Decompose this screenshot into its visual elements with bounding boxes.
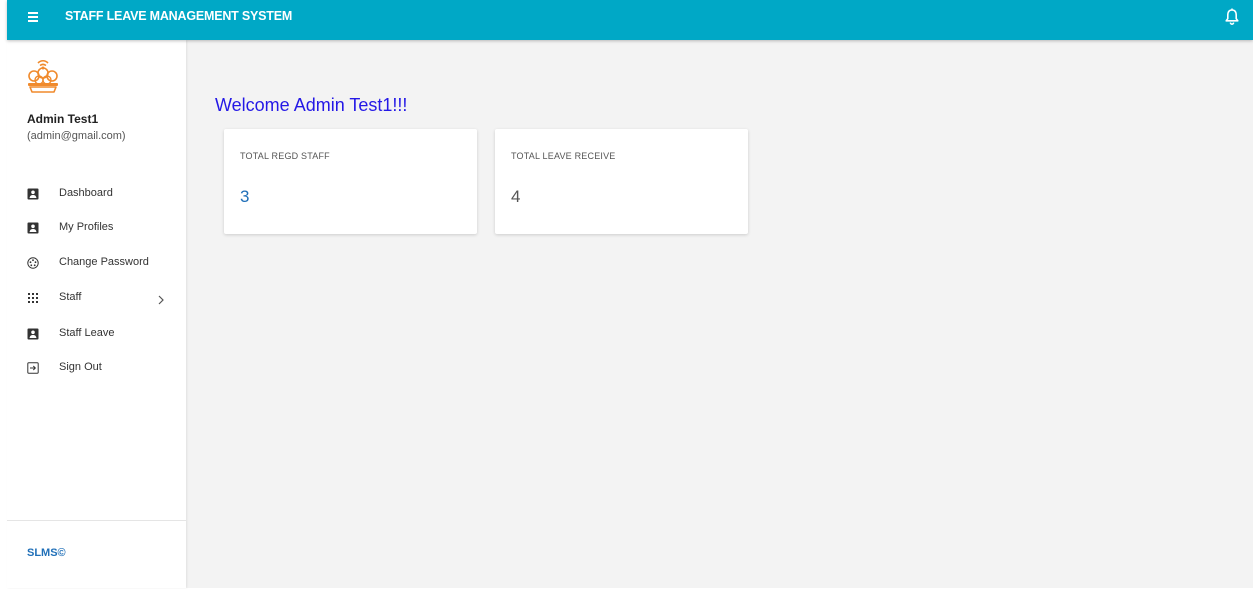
top-bar: STAFF LEAVE MANAGEMENT SYSTEM xyxy=(7,0,1253,40)
sidebar-footer: SLMS© xyxy=(7,520,186,589)
logo-icon xyxy=(28,59,58,93)
stat-card-label: TOTAL REGD STAFF xyxy=(240,151,330,161)
id-card-icon xyxy=(27,188,39,200)
id-card-icon xyxy=(27,328,39,340)
bell-icon xyxy=(1225,8,1239,25)
stat-card-value: 4 xyxy=(511,187,521,206)
sidebar-item-change-password[interactable]: Change Password xyxy=(7,250,186,278)
sidebar-item-label: Change Password xyxy=(59,256,149,268)
settings-icon xyxy=(27,257,39,269)
user-email: (admin@gmail.com) xyxy=(27,130,126,142)
sidebar-item-dashboard[interactable]: Dashboard xyxy=(7,181,186,209)
sidebar-item-staff[interactable]: Staff xyxy=(7,285,186,313)
sidebar-item-my-profiles[interactable]: My Profiles xyxy=(7,215,186,243)
chevron-right-icon xyxy=(158,295,164,305)
id-card-icon xyxy=(27,222,39,234)
user-name: Admin Test1 xyxy=(27,112,99,126)
sidebar-item-label: Sign Out xyxy=(59,361,102,373)
sidebar-item-label: My Profiles xyxy=(59,221,114,233)
grid-icon xyxy=(28,293,38,303)
sign-out-icon xyxy=(27,362,39,374)
brand-link[interactable]: SLMS© xyxy=(27,547,66,559)
notifications-button[interactable] xyxy=(1223,7,1241,27)
welcome-heading: Welcome Admin Test1!!! xyxy=(215,95,408,115)
hamburger-icon xyxy=(28,12,38,14)
app-frame: STAFF LEAVE MANAGEMENT SYSTEM Admin Test… xyxy=(7,0,1253,588)
sidebar: Admin Test1 (admin@gmail.com) Dashboard … xyxy=(7,40,186,588)
stat-card-label: TOTAL LEAVE RECEIVE xyxy=(511,151,616,161)
stat-card-total-regd-staff: TOTAL REGD STAFF 3 xyxy=(224,129,477,234)
hamburger-icon-line xyxy=(28,16,38,18)
sidebar-item-label: Dashboard xyxy=(59,187,113,199)
stat-card-value: 3 xyxy=(240,187,250,206)
app-title: STAFF LEAVE MANAGEMENT SYSTEM xyxy=(65,9,293,23)
sidebar-item-label: Staff xyxy=(59,291,82,303)
sidebar-item-label: Staff Leave xyxy=(59,327,115,339)
sidebar-item-staff-leave[interactable]: Staff Leave xyxy=(7,321,186,349)
menu-toggle-button[interactable] xyxy=(25,8,43,26)
sidebar-item-sign-out[interactable]: Sign Out xyxy=(7,355,186,383)
hamburger-icon-line xyxy=(28,20,38,22)
stat-card-total-leave-receive: TOTAL LEAVE RECEIVE 4 xyxy=(495,129,748,234)
